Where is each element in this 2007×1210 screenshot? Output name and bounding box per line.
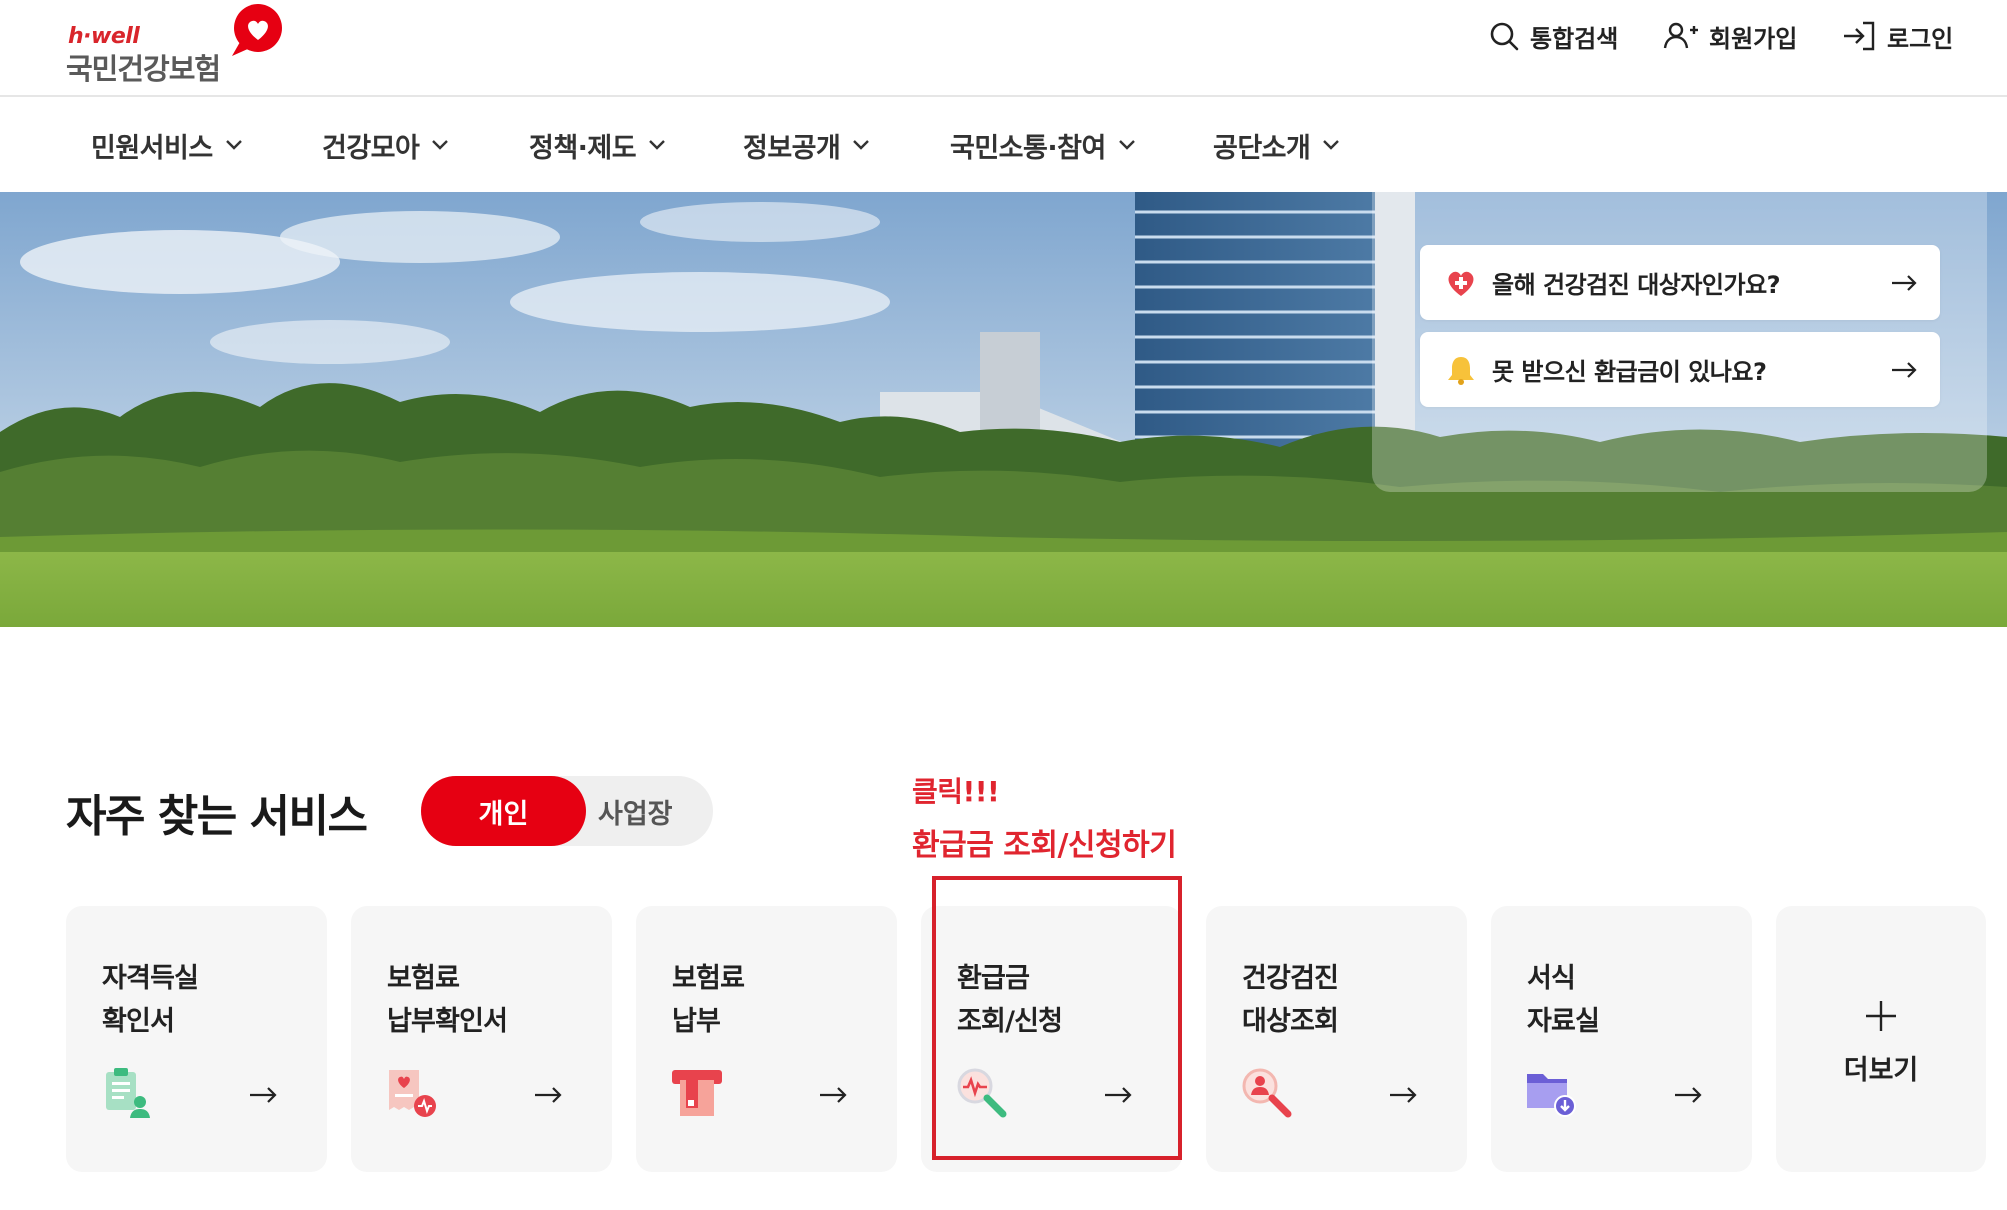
chevron-down-icon xyxy=(853,140,870,150)
arrow-right-icon xyxy=(1892,361,1917,378)
nav-item-about[interactable]: 공단소개 xyxy=(1213,127,1340,164)
search-link[interactable]: 통합검색 xyxy=(1488,16,1618,56)
nav-item-civil-service[interactable]: 민원서비스 xyxy=(91,127,243,164)
hero-banner: 올해 건강검진 대상자인가요? 못 받으신 환급금이 있나요? xyxy=(0,192,2007,627)
annotation-refund: 환급금 조회/신청하기 xyxy=(912,828,1177,863)
quick-link-label: 올해 건강검진 대상자인가요? xyxy=(1492,271,1781,299)
folder-download-icon xyxy=(1527,1074,1576,1117)
receipt-heart-icon xyxy=(389,1070,436,1117)
nav-item-label: 정보공개 xyxy=(743,132,841,164)
service-card-forms[interactable]: 서식 자료실 xyxy=(1491,906,1752,1172)
nav-item-label: 건강모아 xyxy=(322,132,420,164)
main-navigation: 민원서비스 건강모아 정책·제도 정보공개 국민소통·참여 공단소개 xyxy=(0,99,2007,192)
chevron-down-icon xyxy=(225,140,242,150)
arrow-right-icon xyxy=(535,1087,562,1103)
quick-link-refund[interactable]: 못 받으신 환급금이 있나요? xyxy=(1420,332,1940,407)
chevron-down-icon xyxy=(649,140,665,150)
service-card-label: 서식 xyxy=(1527,963,1576,994)
more-services-button[interactable]: 더보기 xyxy=(1776,906,1986,1172)
annotation-click: 클릭!!! xyxy=(912,775,1000,808)
service-card-eligibility[interactable]: 자격득실 확인서 xyxy=(66,906,327,1172)
chevron-down-icon xyxy=(1323,140,1340,150)
audience-toggle: 개인 사업장 xyxy=(421,776,713,846)
service-card-label: 건강검진 xyxy=(1242,963,1339,994)
arrow-right-icon xyxy=(250,1087,277,1103)
search-link-label: 통합검색 xyxy=(1530,24,1619,53)
service-card-label: 보험료 xyxy=(387,963,460,994)
service-card-label: 납부 xyxy=(672,1006,721,1037)
nav-item-disclosure[interactable]: 정보공개 xyxy=(743,127,870,164)
login-icon xyxy=(1844,21,1875,51)
search-icon xyxy=(1490,22,1519,51)
logo-title: 국민건강보험 xyxy=(66,52,221,86)
nav-item-participation[interactable]: 국민소통·참여 xyxy=(950,127,1136,164)
more-services-label: 더보기 xyxy=(1843,1055,1919,1086)
nav-item-health[interactable]: 건강모아 xyxy=(322,127,449,164)
site-logo[interactable]: h·well 국민건강보험 xyxy=(66,4,296,86)
chevron-down-icon xyxy=(432,140,449,150)
service-card-checkup-lookup[interactable]: 건강검진 대상조회 xyxy=(1206,906,1467,1172)
chevron-down-icon xyxy=(1118,140,1135,150)
service-card-label: 자료실 xyxy=(1527,1006,1600,1037)
bell-icon xyxy=(1448,356,1474,385)
toggle-business[interactable]: 사업장 xyxy=(586,776,713,846)
logo-heart-icon xyxy=(232,4,282,56)
service-card-premium-payment[interactable]: 보험료 납부 xyxy=(636,906,897,1172)
payment-terminal-icon xyxy=(672,1070,722,1116)
nav-item-label: 국민소통·참여 xyxy=(950,132,1106,164)
arrow-right-icon xyxy=(1892,274,1917,291)
arrow-right-icon xyxy=(820,1087,847,1103)
nav-item-policy[interactable]: 정책·제도 xyxy=(529,127,666,164)
nav-item-label: 정책·제도 xyxy=(529,132,637,164)
user-plus-icon xyxy=(1663,22,1698,49)
magnifier-person-icon xyxy=(1242,1068,1292,1118)
nav-item-label: 공단소개 xyxy=(1213,132,1311,164)
join-link-label: 회원가입 xyxy=(1709,24,1798,53)
service-card-label: 대상조회 xyxy=(1242,1006,1339,1037)
quick-link-label: 못 받으신 환급금이 있나요? xyxy=(1492,358,1767,386)
service-card-label: 보험료 xyxy=(672,963,745,994)
section-title: 자주 찾는 서비스 xyxy=(66,791,368,842)
login-link-label: 로그인 xyxy=(1887,24,1954,53)
service-card-label: 확인서 xyxy=(102,1006,175,1037)
document-person-icon xyxy=(106,1068,150,1118)
nav-item-label: 민원서비스 xyxy=(91,132,213,164)
login-link[interactable]: 로그인 xyxy=(1841,16,1953,56)
plus-icon xyxy=(1866,1001,1896,1031)
site-header: h·well 국민건강보험 통합검색 회원가입 로그인 xyxy=(0,0,2007,97)
service-card-premium-certificate[interactable]: 보험료 납부확인서 xyxy=(351,906,612,1172)
quick-link-health-checkup[interactable]: 올해 건강검진 대상자인가요? xyxy=(1420,245,1940,320)
arrow-right-icon xyxy=(1675,1087,1702,1103)
join-link[interactable]: 회원가입 xyxy=(1663,16,1797,56)
service-card-label: 납부확인서 xyxy=(387,1006,508,1037)
heart-cross-icon xyxy=(1448,271,1474,296)
arrow-right-icon xyxy=(1390,1087,1417,1103)
service-card-label: 자격득실 xyxy=(102,963,199,994)
toggle-personal[interactable]: 개인 xyxy=(421,776,586,846)
annotation-highlight-box xyxy=(932,876,1182,1160)
